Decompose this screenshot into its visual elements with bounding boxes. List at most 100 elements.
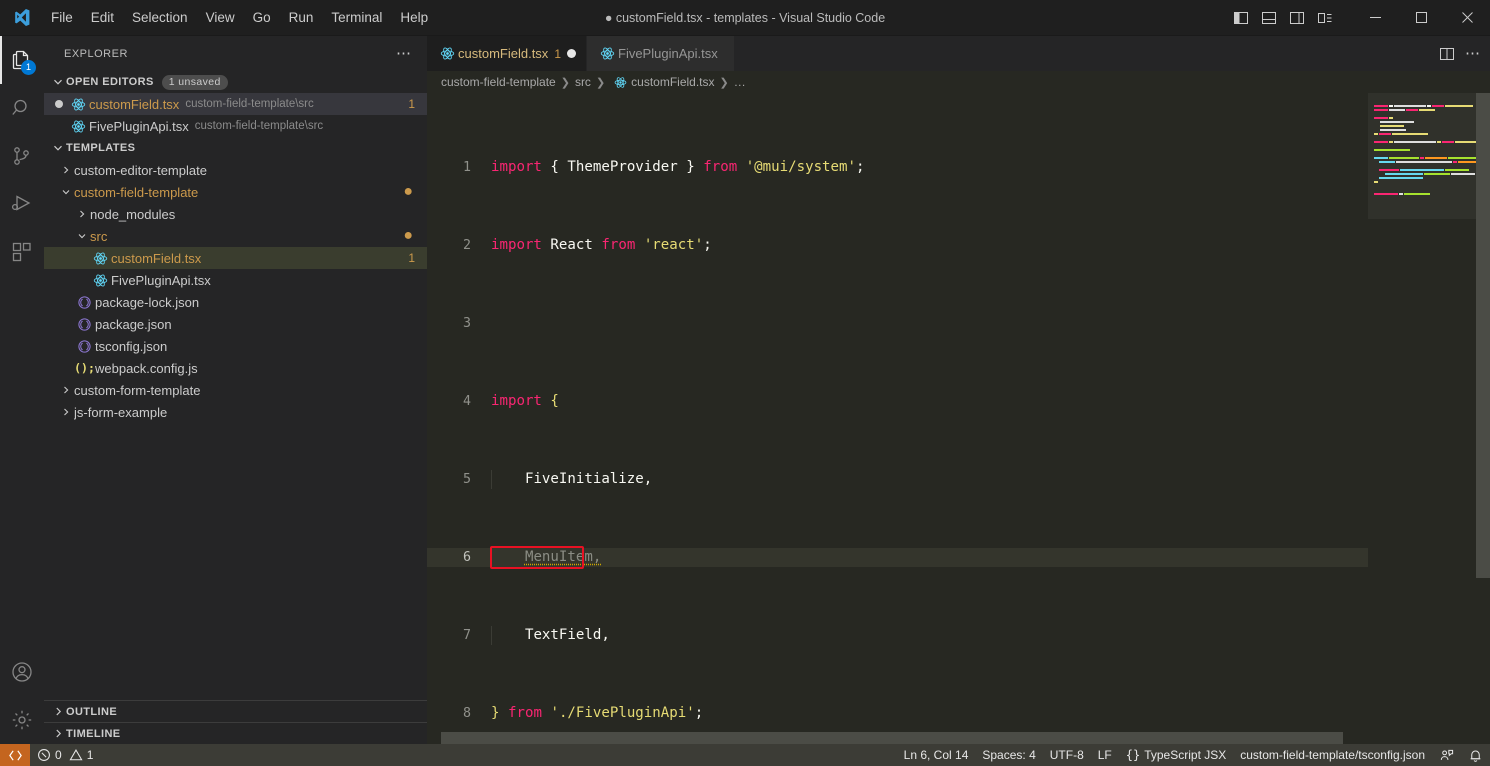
split-editor-icon[interactable] (1439, 46, 1455, 62)
menu-help[interactable]: Help (391, 0, 437, 35)
breadcrumb-item-file[interactable]: customField.tsx (610, 75, 715, 89)
menu-file[interactable]: File (42, 0, 82, 35)
tree-row-js-form-example[interactable]: js-form-example (44, 401, 427, 423)
chevron-right-icon[interactable] (58, 385, 74, 395)
remote-window-button[interactable] (0, 744, 30, 766)
tree-row-custom-field-template[interactable]: custom-field-template ● (44, 181, 427, 203)
menu-selection[interactable]: Selection (123, 0, 197, 35)
open-editor-path: custom-field-template\src (194, 120, 324, 132)
breadcrumb-item-folder[interactable]: src (575, 75, 591, 89)
customize-layout-button[interactable] (1312, 5, 1338, 31)
tree-row-label: custom-form-template (74, 382, 201, 398)
menu-run[interactable]: Run (280, 0, 323, 35)
code-line: 1 import { ThemeProvider } from '@mui/sys… (427, 158, 1368, 178)
menu-go[interactable]: Go (244, 0, 280, 35)
activitybar-source-control[interactable] (0, 132, 44, 180)
line-text: import { ThemeProvider } from '@mui/syst… (491, 158, 865, 175)
tree-row-label: node_modules (90, 206, 176, 222)
editor-horizontal-scrollbar[interactable] (427, 732, 1343, 744)
json-icon (74, 317, 95, 332)
tsconfig-status[interactable]: custom-field-template/tsconfig.json (1233, 744, 1432, 766)
templates-header[interactable]: TEMPLATES (44, 137, 427, 159)
code-line: 4 import { (427, 392, 1368, 412)
tab-label: customField.tsx (458, 46, 549, 61)
dirty-indicator-icon[interactable] (50, 100, 68, 108)
editor-encoding-status[interactable]: UTF-8 (1043, 744, 1091, 766)
tab-customfield-tsx[interactable]: customField.tsx 1 (427, 36, 587, 71)
activitybar-accounts[interactable] (0, 648, 44, 696)
chevron-down-icon[interactable] (58, 187, 74, 197)
chevron-right-icon[interactable] (58, 165, 74, 175)
toggle-secondary-sidebar-button[interactable] (1284, 5, 1310, 31)
tab-dirty-indicator-icon[interactable] (567, 49, 576, 58)
tree-row-src[interactable]: src ● (44, 225, 427, 247)
editor-minimap[interactable] (1368, 93, 1490, 744)
line-number: 8 (462, 705, 471, 721)
tree-row-label: src (90, 228, 108, 244)
editor-more-actions-icon[interactable]: ⋯ (1465, 46, 1480, 61)
chevron-right-icon[interactable] (58, 407, 74, 417)
tree-row-package-json[interactable]: package.json (44, 313, 427, 335)
open-editor-item-customfield[interactable]: customField.tsx custom-field-template\sr… (44, 93, 427, 115)
vertical-scrollbar-thumb[interactable] (1476, 93, 1490, 578)
chevron-right-icon (50, 704, 66, 720)
code-line: 3 (427, 314, 1368, 334)
tree-row-customfield-tsx[interactable]: customField.tsx 1 (44, 247, 427, 269)
maximize-button[interactable] (1398, 0, 1444, 36)
menu-edit[interactable]: Edit (82, 0, 123, 35)
toggle-primary-sidebar-button[interactable] (1228, 5, 1254, 31)
editor-indentation-status[interactable]: Spaces: 4 (975, 744, 1042, 766)
breadcrumb-file-label: customField.tsx (631, 75, 715, 89)
breadcrumb-item-symbol[interactable]: … (734, 75, 746, 89)
timeline-section-header[interactable]: TIMELINE (44, 722, 427, 744)
tree-row-package-lock-json[interactable]: package-lock.json (44, 291, 427, 313)
breadcrumb: custom-field-template ❯ src ❯ customFiel… (427, 71, 1490, 93)
toggle-panel-button[interactable] (1256, 5, 1282, 31)
editor-position-status[interactable]: Ln 6, Col 14 (897, 744, 976, 766)
code-line: 8} from './FivePluginApi'; (427, 704, 1368, 724)
tree-row-fivepluginapi-tsx[interactable]: FivePluginApi.tsx (44, 269, 427, 291)
tree-row-label: tsconfig.json (95, 338, 168, 354)
breadcrumb-item-project[interactable]: custom-field-template (441, 75, 556, 89)
tab-fivepluginapi-tsx[interactable]: FivePluginApi.tsx (587, 36, 735, 71)
open-editors-header[interactable]: OPEN EDITORS 1 unsaved (44, 71, 427, 93)
minimap-slider[interactable] (1368, 93, 1476, 219)
tree-row-label: custom-editor-template (74, 162, 207, 178)
tree-row-node-modules[interactable]: node_modules (44, 203, 427, 225)
open-editors-title: OPEN EDITORS (66, 76, 154, 88)
outline-section-header[interactable]: OUTLINE (44, 700, 427, 722)
chevron-right-icon[interactable] (74, 209, 90, 219)
line-text: import { (491, 392, 559, 409)
close-button[interactable] (1444, 0, 1490, 36)
chevron-down-icon[interactable] (74, 231, 90, 241)
activitybar-manage[interactable] (0, 696, 44, 744)
activitybar-extensions[interactable] (0, 228, 44, 276)
menu-view[interactable]: View (197, 0, 244, 35)
line-number: 1 (462, 159, 471, 175)
activitybar-search[interactable] (0, 84, 44, 132)
open-editor-item-fivepluginapi[interactable]: FivePluginApi.tsx custom-field-template\… (44, 115, 427, 137)
tree-row-tsconfig-json[interactable]: tsconfig.json (44, 335, 427, 357)
tree-row-custom-form-template[interactable]: custom-form-template (44, 379, 427, 401)
react-icon (597, 46, 618, 61)
open-editor-label: FivePluginApi.tsx (89, 118, 189, 134)
horizontal-scrollbar-thumb[interactable] (441, 732, 1343, 744)
editor-eol-status[interactable]: LF (1091, 744, 1119, 766)
tree-row-webpack-config-js[interactable]: (); webpack.config.js (44, 357, 427, 379)
activitybar-explorer[interactable]: 1 (0, 36, 44, 84)
vscode-logo-icon (0, 8, 42, 27)
activitybar-run-debug[interactable] (0, 180, 44, 228)
menu-terminal[interactable]: Terminal (322, 0, 391, 35)
editor-vertical-scrollbar[interactable] (1476, 93, 1490, 744)
tree-row-problem-count: 1 (408, 251, 415, 265)
problems-status[interactable]: 0 1 (30, 744, 100, 766)
json-icon (74, 339, 95, 354)
editor-language-status[interactable]: {} TypeScript JSX (1119, 744, 1233, 766)
code-editor[interactable]: 1 import { ThemeProvider } from '@mui/sys… (427, 93, 1490, 744)
tree-row-custom-editor-template[interactable]: custom-editor-template (44, 159, 427, 181)
react-icon (90, 273, 111, 288)
feedback-button[interactable] (1432, 744, 1461, 766)
notifications-button[interactable] (1461, 744, 1490, 766)
ellipsis-icon[interactable]: ⋯ (388, 46, 419, 61)
minimize-button[interactable] (1352, 0, 1398, 36)
